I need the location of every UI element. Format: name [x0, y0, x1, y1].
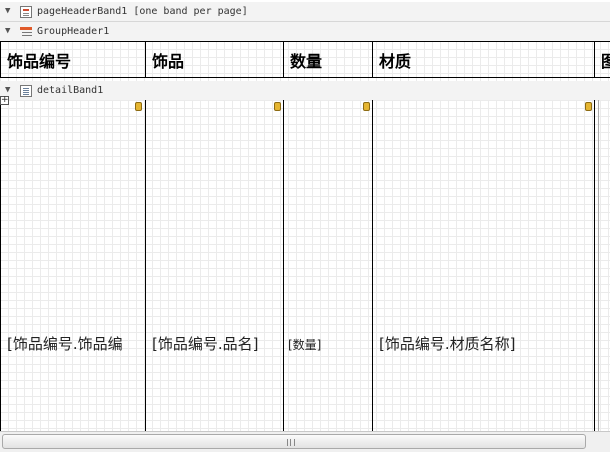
header-cell-image[interactable]: 图 — [594, 41, 610, 78]
group-header-band-label: GroupHeader1 — [37, 26, 110, 37]
detail-band-bar[interactable]: ▼ detailBand1 — [0, 81, 610, 101]
detail-cell-quantity[interactable]: [数量] — [283, 100, 372, 431]
smart-tag-icon[interactable] — [274, 102, 281, 111]
header-cell-quantity[interactable]: 数量 — [283, 41, 372, 78]
scrollbar-thumb[interactable] — [2, 434, 586, 449]
move-handle-icon[interactable]: + — [0, 96, 9, 105]
smart-tag-icon[interactable] — [585, 102, 592, 111]
page-header-band-bar[interactable]: ▼ pageHeaderBand1 [one band per page] — [0, 2, 610, 22]
collapse-triangle-icon[interactable]: ▼ — [5, 7, 15, 16]
group-header-band-bar[interactable]: ▼ GroupHeader1 — [0, 22, 610, 42]
smart-tag-icon[interactable] — [363, 102, 370, 111]
detail-band-label: detailBand1 — [37, 85, 104, 96]
header-cell-ornament-id[interactable]: 饰品编号 — [0, 41, 145, 78]
group-header-band-area[interactable]: 饰品编号 饰品 数量 材质 图 — [0, 41, 610, 81]
detail-band-area[interactable]: [饰品编号.饰品编 [饰品编号.品名] [数量] [饰品编号.材质名称] — [0, 100, 610, 431]
header-cell-ornament[interactable]: 饰品 — [145, 41, 283, 78]
page-header-band-label: pageHeaderBand1 [one band per page] — [37, 6, 248, 17]
scrollbar-grip-icon — [287, 439, 295, 446]
detail-band-icon — [20, 84, 32, 97]
group-header-band-icon — [20, 26, 32, 38]
collapse-triangle-icon[interactable]: ▼ — [5, 27, 15, 36]
smart-tag-icon[interactable] — [135, 102, 142, 111]
page-header-band-icon — [20, 5, 32, 18]
detail-cell-product-name[interactable]: [饰品编号.品名] — [145, 100, 283, 431]
header-cell-material[interactable]: 材质 — [372, 41, 594, 78]
horizontal-scrollbar[interactable] — [0, 431, 610, 452]
detail-cell-ornament-id[interactable]: [饰品编号.饰品编 — [0, 100, 145, 431]
detail-cell-material[interactable]: [饰品编号.材质名称] — [372, 100, 594, 431]
collapse-triangle-icon[interactable]: ▼ — [5, 86, 15, 95]
detail-cell-image[interactable] — [594, 100, 610, 431]
column-divider — [598, 100, 599, 431]
